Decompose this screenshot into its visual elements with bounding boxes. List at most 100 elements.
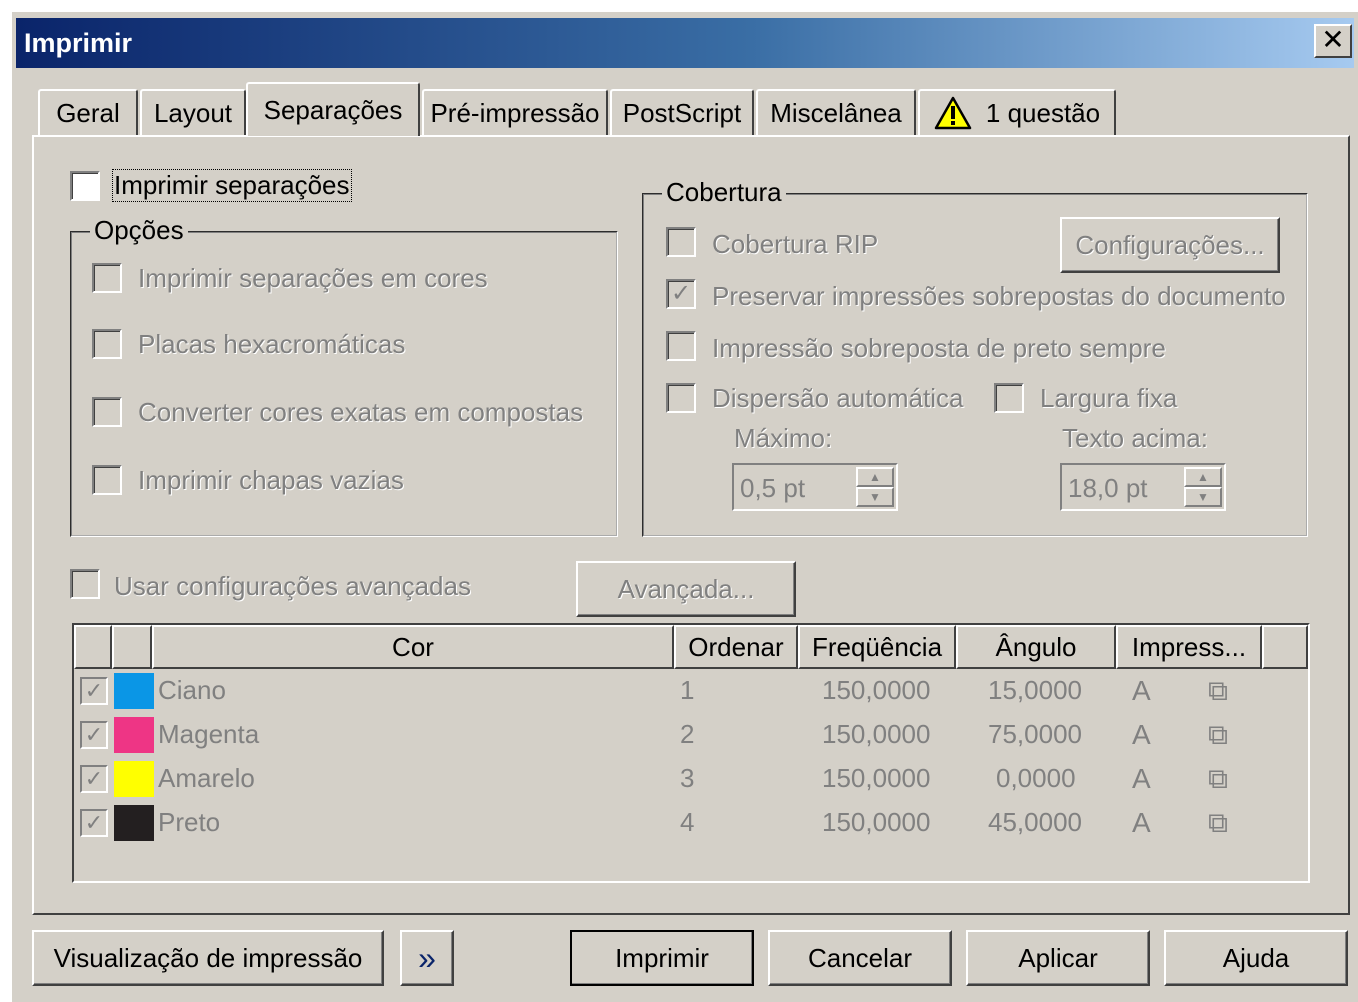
- header-cor[interactable]: Cor: [152, 625, 674, 669]
- auto-spread-checkbox[interactable]: [666, 383, 696, 413]
- spin-down-icon[interactable]: ▼: [1184, 487, 1222, 507]
- maximum-spinner-arrows[interactable]: ▲ ▼: [856, 467, 894, 507]
- tab-separacoes[interactable]: Separações: [246, 82, 420, 136]
- tab-label: Separações: [263, 94, 403, 125]
- table-row[interactable]: ✓ Amarelo 3 150,0000 0,0000 A ⧉: [74, 757, 1308, 801]
- color-name: Amarelo: [158, 763, 255, 793]
- close-button[interactable]: ✕: [1314, 24, 1352, 58]
- spin-up-icon[interactable]: ▲: [1184, 467, 1222, 487]
- trapping-legend: Cobertura: [662, 177, 786, 208]
- maximum-spinner[interactable]: 0,5 pt ▲ ▼: [732, 463, 898, 511]
- text-above-spinner-arrows[interactable]: ▲ ▼: [1184, 467, 1222, 507]
- separations-table: Cor Ordenar Freqüência Ângulo Impress...…: [72, 623, 1310, 883]
- print-separations-label: Imprimir separações: [112, 169, 352, 202]
- trapping-settings-button[interactable]: Configurações...: [1060, 217, 1280, 273]
- convert-spot-checkbox[interactable]: [92, 397, 122, 427]
- separations-panel: Imprimir separações Opções Imprimir sepa…: [32, 135, 1350, 915]
- color-name: Magenta: [158, 719, 260, 749]
- check-mark-icon: ✓: [84, 722, 104, 747]
- title-bar: Imprimir ✕: [16, 18, 1354, 68]
- tab-label: Geral: [56, 97, 120, 128]
- always-overprint-black-checkbox[interactable]: [666, 331, 696, 361]
- fixed-width-checkbox[interactable]: [994, 383, 1024, 413]
- header-ordenar[interactable]: Ordenar: [674, 625, 798, 669]
- cancel-button[interactable]: Cancelar: [768, 930, 952, 986]
- color-swatch: [114, 761, 154, 797]
- header-filler: [1262, 625, 1308, 669]
- overprint-text-icon[interactable]: A: [1132, 719, 1151, 751]
- row-checkbox[interactable]: ✓: [80, 721, 108, 749]
- overprint-graphics-icon[interactable]: ⧉: [1208, 719, 1228, 752]
- order-value: 2: [680, 719, 695, 749]
- apply-button[interactable]: Aplicar: [966, 930, 1150, 986]
- frequency-value: 150,0000: [822, 807, 931, 837]
- color-separations-label: Imprimir separações em cores: [138, 263, 488, 293]
- tab-miscelanea[interactable]: Miscelânea: [756, 89, 916, 135]
- auto-spread-label: Dispersão automática: [712, 383, 964, 413]
- tab-label: PostScript: [622, 97, 742, 128]
- preview-expand-button[interactable]: »: [400, 930, 454, 986]
- hexachrome-label: Placas hexacromáticas: [138, 329, 406, 359]
- overprint-graphics-icon[interactable]: ⧉: [1208, 675, 1228, 708]
- tab-pre-impressao[interactable]: Pré-impressão: [422, 89, 608, 135]
- print-separations-checkbox[interactable]: [70, 171, 100, 201]
- advanced-button[interactable]: Avançada...: [576, 561, 796, 617]
- color-separations-checkbox[interactable]: [92, 263, 122, 293]
- print-button[interactable]: Imprimir: [570, 930, 754, 986]
- overprint-text-icon[interactable]: A: [1132, 807, 1151, 839]
- tab-geral[interactable]: Geral: [38, 89, 138, 135]
- header-frequencia[interactable]: Freqüência: [798, 625, 956, 669]
- table-row[interactable]: ✓ Preto 4 150,0000 45,0000 A ⧉: [74, 801, 1308, 845]
- color-swatch: [114, 717, 154, 753]
- row-checkbox[interactable]: ✓: [80, 809, 108, 837]
- advanced-settings-label: Usar configurações avançadas: [114, 571, 471, 601]
- empty-plates-checkbox[interactable]: [92, 465, 122, 495]
- preserve-overprints-checkbox[interactable]: ✓: [666, 279, 696, 309]
- table-row[interactable]: ✓ Magenta 2 150,0000 75,0000 A ⧉: [74, 713, 1308, 757]
- options-group: Opções Imprimir separações em cores Plac…: [70, 215, 618, 537]
- print-preview-button[interactable]: Visualização de impressão: [32, 930, 384, 986]
- header-swatch[interactable]: [112, 625, 152, 669]
- text-above-value: 18,0 pt: [1068, 473, 1148, 503]
- overprint-text-icon[interactable]: A: [1132, 675, 1151, 707]
- color-name: Preto: [158, 807, 221, 837]
- advanced-settings-checkbox[interactable]: [70, 569, 100, 599]
- frequency-value: 150,0000: [822, 719, 931, 749]
- text-above-spinner[interactable]: 18,0 pt ▲ ▼: [1060, 463, 1226, 511]
- window-title: Imprimir: [24, 28, 133, 58]
- check-mark-icon: ✓: [84, 678, 104, 703]
- spin-up-icon[interactable]: ▲: [856, 467, 894, 487]
- header-check[interactable]: [74, 625, 112, 669]
- options-legend: Opções: [90, 215, 188, 246]
- tab-label: Miscelânea: [770, 97, 902, 128]
- maximum-value: 0,5 pt: [740, 473, 806, 503]
- tab-questao[interactable]: 1 questão: [918, 89, 1116, 135]
- print-dialog: Imprimir ✕ Geral Layout Separações Pré-i…: [10, 10, 1358, 1002]
- table-row[interactable]: ✓ Ciano 1 150,0000 15,0000 A ⧉: [74, 669, 1308, 713]
- maximum-label: Máximo:: [734, 423, 833, 453]
- check-mark-icon: ✓: [84, 810, 104, 835]
- angle-value: 15,0000: [988, 675, 1082, 705]
- rip-trapping-checkbox[interactable]: [666, 227, 696, 257]
- help-button[interactable]: Ajuda: [1164, 930, 1348, 986]
- spin-down-icon[interactable]: ▼: [856, 487, 894, 507]
- hexachrome-checkbox[interactable]: [92, 329, 122, 359]
- tab-label: Layout: [153, 97, 233, 128]
- row-checkbox[interactable]: ✓: [80, 765, 108, 793]
- double-chevron-right-icon: »: [418, 939, 436, 976]
- order-value: 3: [680, 763, 695, 793]
- color-swatch: [114, 805, 154, 841]
- color-swatch: [114, 673, 154, 709]
- overprint-graphics-icon[interactable]: ⧉: [1208, 807, 1228, 840]
- overprint-graphics-icon[interactable]: ⧉: [1208, 763, 1228, 796]
- warning-icon: [934, 96, 972, 130]
- header-angulo[interactable]: Ângulo: [956, 625, 1116, 669]
- check-mark-icon: ✓: [84, 766, 104, 791]
- tab-layout[interactable]: Layout: [140, 89, 246, 135]
- rip-trapping-label: Cobertura RIP: [712, 229, 879, 259]
- row-checkbox[interactable]: ✓: [80, 677, 108, 705]
- tab-postscript[interactable]: PostScript: [610, 89, 754, 135]
- overprint-text-icon[interactable]: A: [1132, 763, 1151, 795]
- header-impress[interactable]: Impress...: [1116, 625, 1262, 669]
- convert-spot-label: Converter cores exatas em compostas: [138, 397, 584, 427]
